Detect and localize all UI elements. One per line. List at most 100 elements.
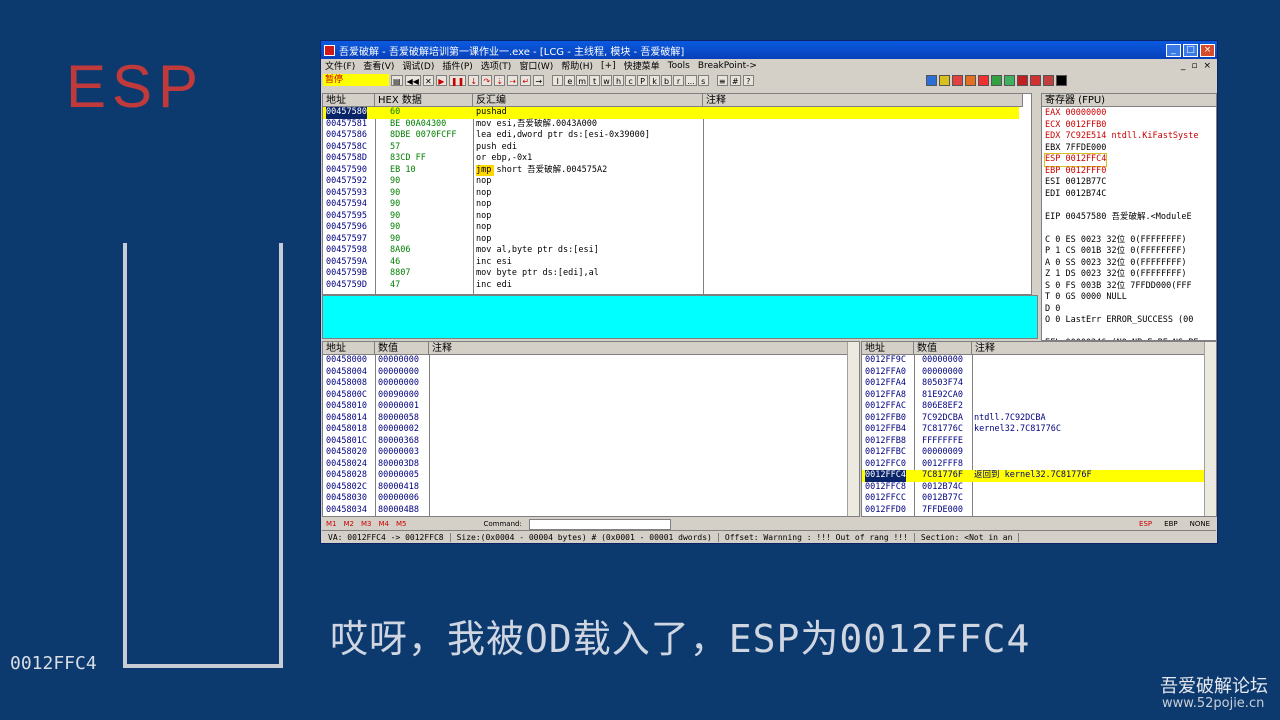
window-titlebar[interactable]: 吾爱破解 - 吾爱破解培训第一课作业一.exe - [LCG - 主线程, 模块…	[321, 41, 1217, 59]
stack-mode-option[interactable]: EBP	[1164, 520, 1177, 528]
disasm-scrollbar[interactable]	[1031, 94, 1032, 294]
disasm-row[interactable]: 00457586 8DBE 0070FCFF lea edi,dword ptr d…	[323, 130, 1019, 142]
register-line[interactable]: P 1 CS 001B 32位 0(FFFFFFFF)	[1045, 246, 1187, 258]
execute-till-return-icon[interactable]: ↵	[520, 74, 532, 86]
close-button[interactable]: ×	[1200, 43, 1215, 57]
disasm-row[interactable]: 00457581 BE 00A04300 mov esi,吾爱破解.0043A000	[323, 119, 1019, 131]
mdi-control-icon[interactable]: _	[1181, 61, 1186, 71]
plugin-icon-6[interactable]	[991, 74, 1002, 86]
dump-col-comment[interactable]: 注释	[429, 342, 849, 355]
toolbar-letter-button[interactable]: b	[661, 74, 673, 86]
plugin-icon-11[interactable]	[1056, 74, 1067, 86]
stack-row[interactable]: 0012FFD0 7FFDE000	[862, 505, 1204, 517]
menu-item[interactable]: 文件(F)	[325, 59, 355, 72]
plugin-icon-1[interactable]	[926, 74, 937, 86]
col-address[interactable]: 地址	[323, 94, 375, 107]
mdi-control-icon[interactable]: ×	[1203, 61, 1211, 71]
memory-tab[interactable]: M4	[379, 520, 390, 528]
register-line[interactable]: EIP 00457580 吾爱破解.<ModuleE	[1045, 212, 1192, 224]
registers-header[interactable]: 寄存器 (FPU)	[1042, 94, 1216, 107]
stack-row[interactable]: 0012FFB4 7C81776C kernel32.7C81776C	[862, 424, 1204, 436]
toolbar-letter-button[interactable]: k	[649, 74, 661, 86]
stack-row[interactable]: 0012FFC4 7C81776F 返回到 kernel32.7C81776F	[862, 470, 1204, 482]
disasm-row[interactable]: 00457595 90 nop	[323, 211, 1019, 223]
trace-into-icon[interactable]: ⇣	[494, 74, 506, 86]
stack-col-comment[interactable]: 注释	[972, 342, 1206, 355]
register-line[interactable]: S 0 FS 003B 32位 7FFDD000(FFF	[1045, 281, 1192, 293]
registers-pane[interactable]: 寄存器 (FPU) EAX 00000000 ECX 0012FFB0 EDX 7C…	[1041, 93, 1217, 341]
register-line[interactable]: A 0 SS 0023 32位 0(FFFFFFFF)	[1045, 258, 1187, 270]
disasm-row[interactable]: 00457592 90 nop	[323, 176, 1019, 188]
register-line[interactable]: ESI 0012B77C	[1045, 177, 1106, 189]
maximize-button[interactable]: □	[1183, 43, 1198, 57]
register-line[interactable]: EDX 7C92E514 ntdll.KiFastSyste	[1045, 131, 1199, 143]
register-line[interactable]: Z 1 DS 0023 32位 0(FFFFFFFF)	[1045, 269, 1187, 281]
plugin-icon-10[interactable]	[1043, 74, 1054, 86]
dump-row[interactable]: 00458030 00000006	[323, 493, 859, 505]
disasm-row[interactable]: 00457598 8A06 mov al,byte ptr ds:[esi]	[323, 245, 1019, 257]
goto-icon[interactable]: →	[533, 74, 545, 86]
close-file-icon[interactable]: ✕	[422, 74, 434, 86]
command-input[interactable]	[528, 518, 671, 530]
menu-item[interactable]: 调试(D)	[402, 59, 434, 72]
register-line[interactable]: C 0 ES 0023 32位 0(FFFFFFFF)	[1045, 235, 1187, 247]
list-icon[interactable]: ≡	[716, 74, 728, 86]
dump-row[interactable]: 00458004 00000000	[323, 367, 859, 379]
stack-row[interactable]: 0012FFAC 806E8EF2	[862, 401, 1204, 413]
memory-tab[interactable]: M5	[396, 520, 407, 528]
toolbar-letter-button[interactable]: s	[697, 74, 709, 86]
stack-row[interactable]: 0012FFCC 0012B77C	[862, 493, 1204, 505]
register-line[interactable]: T 0 GS 0000 NULL	[1045, 292, 1127, 304]
menu-item[interactable]: 帮助(H)	[561, 59, 593, 72]
plugin-icon-4[interactable]	[965, 74, 976, 86]
plugin-icon-8[interactable]	[1017, 74, 1028, 86]
menu-item[interactable]: Tools	[668, 61, 690, 71]
menu-item[interactable]: 快捷菜单	[624, 59, 660, 72]
dump-pane[interactable]: 地址 数值 注释 00458000 00000000 00458004 0000000…	[322, 341, 860, 517]
trace-over-icon[interactable]: ⇢	[507, 74, 519, 86]
dump-col-value[interactable]: 数值	[375, 342, 429, 355]
register-line[interactable]: EBP 0012FFF0	[1045, 166, 1106, 178]
plugin-icon-5[interactable]	[978, 74, 989, 86]
help-icon[interactable]: ?	[742, 74, 754, 86]
disasm-row[interactable]: 00457596 90 nop	[323, 222, 1019, 234]
dump-row[interactable]: 00458014 80000058	[323, 413, 859, 425]
stack-row[interactable]: 0012FFB0 7C92DCBA ntdll.7C92DCBA	[862, 413, 1204, 425]
stack-row[interactable]: 0012FFC8 0012B74C	[862, 482, 1204, 494]
disasm-row[interactable]: 00457580 60 pushad	[323, 107, 1019, 119]
mdi-control-icon[interactable]: ▫	[1191, 61, 1197, 71]
rewind-icon[interactable]: ◀◀	[404, 74, 421, 86]
stack-row[interactable]: 0012FFBC 00000009	[862, 447, 1204, 459]
dump-row[interactable]: 00458034 800004B8	[323, 505, 859, 517]
menu-item[interactable]: BreakPoint->	[698, 61, 757, 71]
menu-item[interactable]: 选项(T)	[481, 59, 512, 72]
menu-item[interactable]: 查看(V)	[363, 59, 394, 72]
toolbar-letter-button[interactable]: l	[552, 74, 564, 86]
plugin-icon-2[interactable]	[939, 74, 950, 86]
disasm-row[interactable]: 00457597 90 nop	[323, 234, 1019, 246]
stack-row[interactable]: 0012FF9C 00000000	[862, 355, 1204, 367]
dump-row[interactable]: 00458008 00000000	[323, 378, 859, 390]
dump-row[interactable]: 0045802C 80000418	[323, 482, 859, 494]
register-line[interactable]: EAX 00000000	[1045, 108, 1106, 120]
dump-row[interactable]: 00458000 00000000	[323, 355, 859, 367]
disassembly-pane[interactable]: 地址 HEX 数据 反汇编 注释 00457580 60 pushad 0045758…	[322, 93, 1032, 295]
stack-row[interactable]: 0012FFB8 FFFFFFFE	[862, 436, 1204, 448]
dump-row[interactable]: 0045801C 80000368	[323, 436, 859, 448]
register-line[interactable]: D 0	[1045, 304, 1060, 316]
memory-tab[interactable]: M2	[344, 520, 355, 528]
disasm-row[interactable]: 0045758C 57 push edi	[323, 142, 1019, 154]
toolbar-letter-button[interactable]: h	[613, 74, 625, 86]
register-line[interactable]: ESP 0012FFC4	[1043, 153, 1108, 167]
register-line[interactable]: EBX 7FFDE000	[1045, 143, 1106, 155]
step-into-icon[interactable]: ↓	[468, 74, 480, 86]
toolbar-letter-button[interactable]: P	[637, 74, 649, 86]
dump-row[interactable]: 00458018 00000002	[323, 424, 859, 436]
grid-icon[interactable]: #	[729, 74, 741, 86]
register-line[interactable]: EDI 0012B74C	[1045, 189, 1106, 201]
register-line[interactable]: ECX 0012FFB0	[1045, 120, 1106, 132]
toolbar-letter-button[interactable]: m	[576, 74, 589, 86]
memory-tab[interactable]: M3	[361, 520, 372, 528]
plugin-icon-9[interactable]	[1030, 74, 1041, 86]
menu-item[interactable]: 插件(P)	[442, 59, 472, 72]
